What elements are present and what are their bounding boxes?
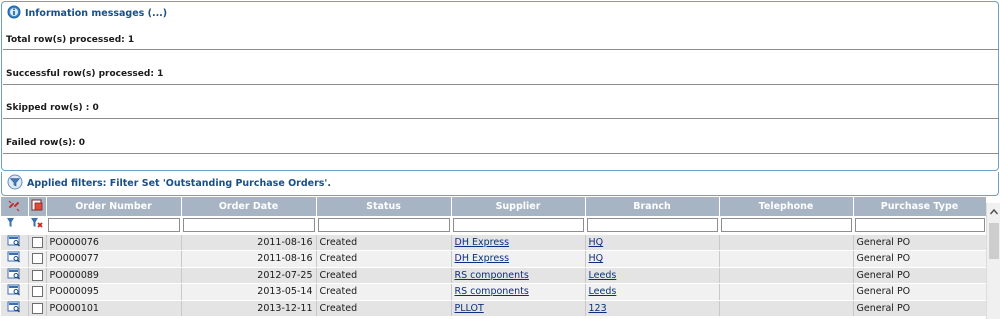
supplier-link[interactable]: PLLOT — [455, 303, 484, 314]
information-messages-header[interactable]: Information messages (...) — [7, 5, 167, 21]
table-row: PO000095 2013-05-14 Created RS component… — [1, 283, 987, 301]
telephone-cell — [719, 234, 854, 251]
total-rows-processed: Total row(s) processed: 1 — [6, 35, 135, 45]
view-record-cell[interactable] — [1, 267, 29, 284]
view-record-icon[interactable] — [7, 251, 21, 263]
order-date-cell: 2011-08-16 — [181, 234, 317, 251]
supplier-link[interactable]: DH Express — [455, 253, 510, 264]
applied-filters-title: Applied filters: Filter Set 'Outstanding… — [27, 178, 331, 189]
order-date-cell: 2013-12-11 — [181, 300, 317, 317]
branch-link[interactable]: Leeds — [589, 286, 617, 297]
row-checkbox[interactable] — [31, 302, 43, 314]
purchase-type-cell: General PO — [853, 283, 987, 301]
row-checkbox[interactable] — [31, 286, 43, 298]
table-row: PO000089 2012-07-25 Created RS component… — [1, 267, 987, 284]
purchase-type-cell: General PO — [853, 267, 987, 284]
view-record-cell[interactable] — [1, 283, 29, 301]
skipped-rows: Skipped row(s) : 0 — [6, 103, 99, 113]
clear-filter-icon[interactable] — [30, 216, 44, 230]
filter-input-order-number[interactable] — [47, 217, 180, 232]
unlink-icon-header[interactable] — [1, 197, 29, 216]
filter-toggle-cell[interactable] — [1, 216, 29, 235]
row-checkbox[interactable] — [31, 269, 43, 281]
order-number-cell: PO000077 — [46, 250, 182, 268]
branch-link[interactable]: HQ — [589, 253, 604, 264]
telephone-cell — [719, 250, 854, 268]
supplier-link[interactable]: DH Express — [455, 237, 510, 248]
vertical-scrollbar[interactable] — [986, 203, 1000, 319]
view-record-icon[interactable] — [7, 235, 21, 247]
filter-row — [1, 216, 987, 235]
filter-input-status[interactable] — [317, 217, 450, 232]
export-icon-header[interactable] — [28, 197, 47, 216]
column-header-supplier[interactable]: Supplier — [451, 197, 586, 216]
view-record-cell[interactable] — [1, 250, 29, 268]
table-row: PO000101 2013-12-11 Created PLLOT 123 Ge… — [1, 300, 987, 317]
filter-input-supplier[interactable] — [452, 217, 584, 232]
status-cell: Created — [316, 283, 452, 301]
divider — [3, 153, 999, 154]
view-record-cell[interactable] — [1, 234, 29, 251]
purchase-type-cell: General PO — [853, 250, 987, 268]
column-header-order-number[interactable]: Order Number — [46, 197, 182, 216]
scroll-thumb[interactable] — [989, 223, 999, 259]
order-date-cell: 2012-07-25 — [181, 267, 317, 284]
branch-link[interactable]: HQ — [589, 237, 604, 248]
unlink-icon[interactable] — [7, 198, 21, 212]
order-number-cell: PO000095 — [46, 283, 182, 301]
info-collapse-icon[interactable] — [7, 5, 21, 22]
order-date-cell: 2011-08-16 — [181, 250, 317, 268]
view-record-icon[interactable] — [7, 301, 21, 313]
filter-input-purchase-type[interactable] — [854, 217, 985, 232]
information-messages-title: Information messages (...) — [25, 7, 168, 19]
branch-link[interactable]: 123 — [589, 303, 607, 314]
filter-icon[interactable] — [6, 216, 22, 230]
purchase-type-cell: General PO — [853, 234, 987, 251]
telephone-cell — [719, 300, 854, 317]
divider — [3, 84, 999, 85]
filter-input-branch[interactable] — [586, 217, 718, 232]
purchase-orders-grid: Order Number Order Date Status Supplier … — [1, 197, 999, 319]
scroll-up-icon[interactable] — [989, 207, 999, 217]
order-date-cell: 2013-05-14 — [181, 283, 317, 301]
status-cell: Created — [316, 300, 452, 317]
status-cell: Created — [316, 250, 452, 268]
telephone-cell — [719, 283, 854, 301]
row-checkbox[interactable] — [31, 236, 43, 248]
telephone-cell — [719, 267, 854, 284]
supplier-link[interactable]: RS components — [455, 286, 529, 297]
status-cell: Created — [316, 267, 452, 284]
supplier-link[interactable]: RS components — [455, 270, 529, 281]
order-number-cell: PO000101 — [46, 300, 182, 317]
row-checkbox[interactable] — [31, 253, 43, 265]
clear-filter-cell[interactable] — [28, 216, 47, 235]
purchase-type-cell: General PO — [853, 300, 987, 317]
column-header-branch[interactable]: Branch — [585, 197, 720, 216]
table-row: PO000076 2011-08-16 Created DH Express H… — [1, 234, 987, 251]
column-header-order-date[interactable]: Order Date — [181, 197, 317, 216]
view-record-icon[interactable] — [7, 284, 21, 296]
divider — [3, 49, 999, 50]
order-number-cell: PO000089 — [46, 267, 182, 284]
applied-filters-bar[interactable]: Applied filters: Filter Set 'Outstanding… — [1, 172, 999, 196]
export-icon[interactable] — [30, 198, 44, 212]
filter-input-telephone[interactable] — [720, 217, 852, 232]
view-record-icon[interactable] — [7, 268, 21, 280]
divider — [3, 118, 999, 119]
header-row: Order Number Order Date Status Supplier … — [1, 197, 987, 216]
successful-rows-processed: Successful row(s) processed: 1 — [6, 69, 164, 79]
filter-input-order-date[interactable] — [182, 217, 315, 232]
order-number-cell: PO000076 — [46, 234, 182, 251]
funnel-icon[interactable] — [7, 174, 23, 193]
status-cell: Created — [316, 234, 452, 251]
failed-rows: Failed row(s): 0 — [6, 138, 86, 148]
column-header-status[interactable]: Status — [316, 197, 452, 216]
column-header-purchase-type[interactable]: Purchase Type — [853, 197, 987, 216]
table-row: PO000077 2011-08-16 Created DH Express H… — [1, 250, 987, 268]
branch-link[interactable]: Leeds — [589, 270, 617, 281]
information-messages-panel: Information messages (...) Total row(s) … — [1, 1, 999, 171]
column-header-telephone[interactable]: Telephone — [719, 197, 854, 216]
view-record-cell[interactable] — [1, 300, 29, 317]
